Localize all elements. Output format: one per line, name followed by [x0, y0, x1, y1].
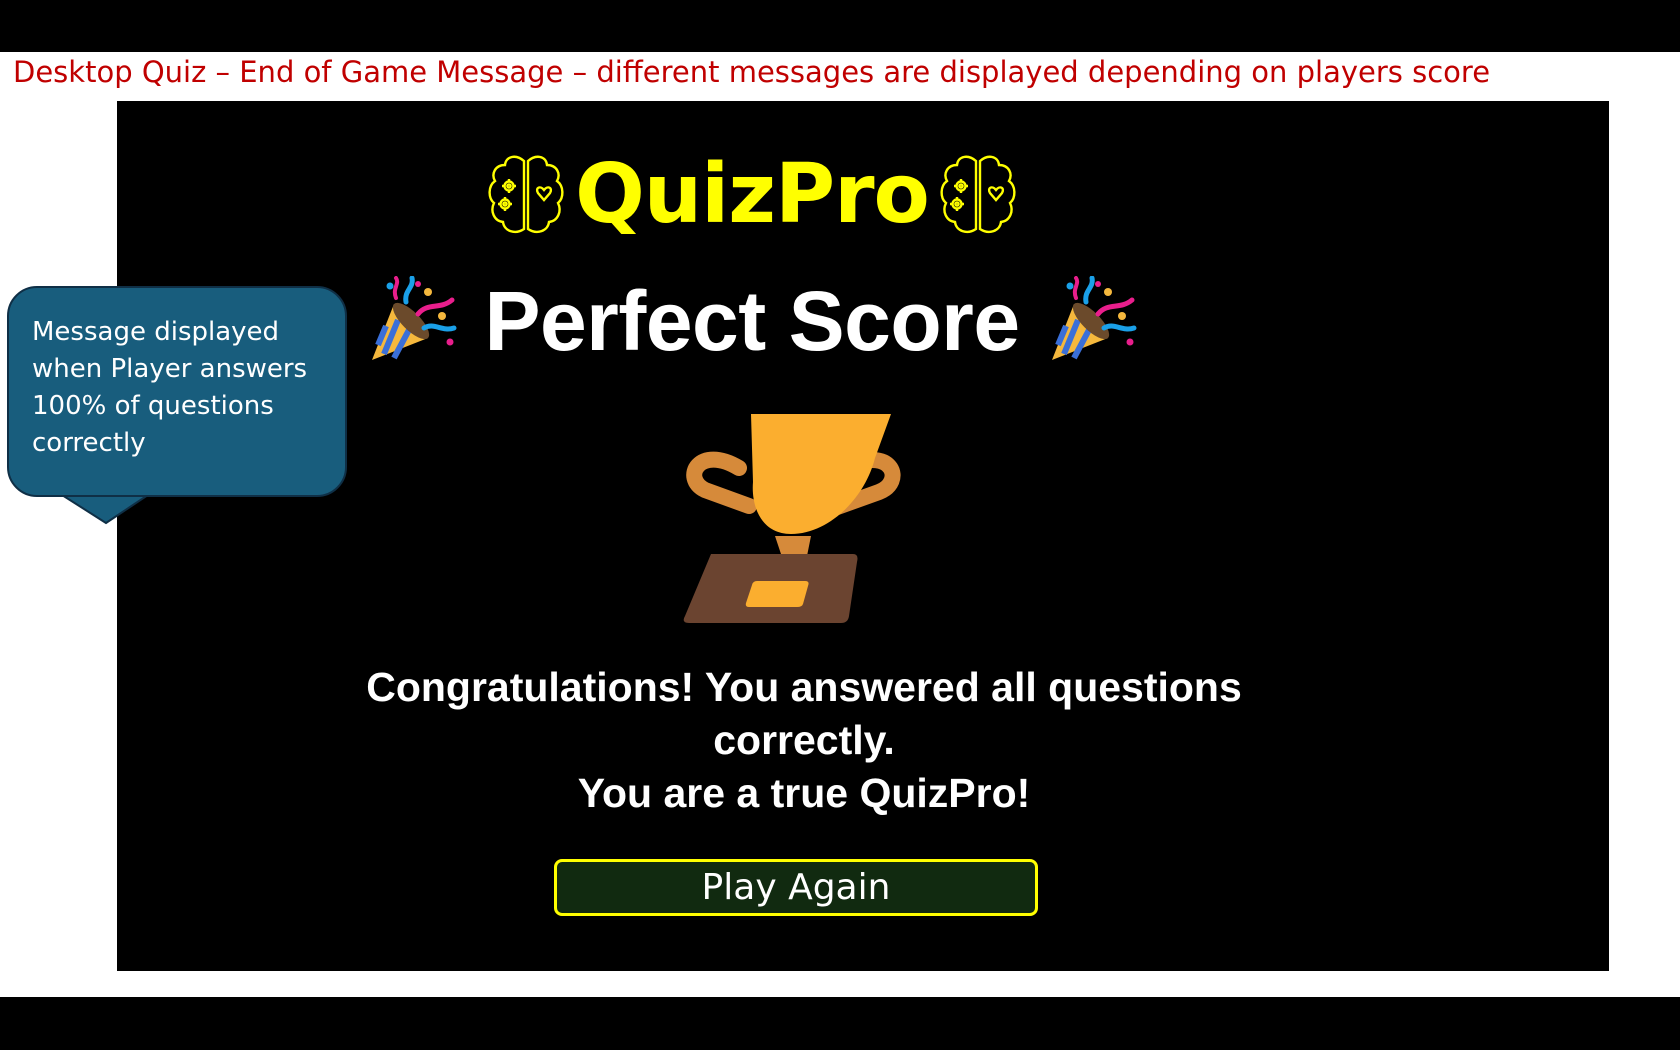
- party-popper-icon: [372, 276, 457, 360]
- message-line-2: You are a true QuizPro!: [577, 770, 1031, 816]
- quiz-end-screen: QuizPro Perfect Score Congratulations! Y…: [117, 101, 1609, 971]
- play-again-button[interactable]: Play Again: [554, 859, 1038, 916]
- brand-header: QuizPro: [117, 153, 1387, 237]
- callout-tail: [60, 495, 150, 525]
- headline: Perfect Score: [484, 274, 1020, 368]
- callout-text: Message displayed when Player answers 10…: [32, 317, 308, 458]
- trophy-icon: [683, 414, 901, 623]
- party-popper-icon: [1051, 276, 1137, 360]
- message-line-1: Congratulations! You answered all questi…: [366, 664, 1242, 763]
- slide-caption: Desktop Quiz – End of Game Message – dif…: [13, 55, 1491, 89]
- annotation-callout: Message displayed when Player answers 10…: [7, 286, 347, 497]
- brain-icon: [940, 155, 1016, 233]
- score-message: Congratulations! You answered all questi…: [349, 661, 1259, 820]
- slide: Desktop Quiz – End of Game Message – dif…: [0, 52, 1680, 997]
- brand-title: QuizPro: [575, 147, 930, 242]
- brain-icon: [488, 155, 564, 233]
